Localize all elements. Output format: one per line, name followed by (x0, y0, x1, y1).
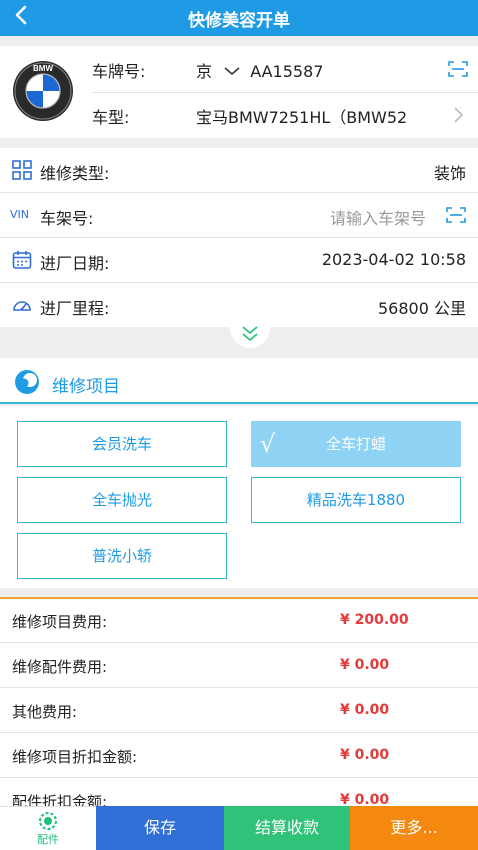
item-full-wax[interactable]: √ 全车打蜡 (251, 421, 461, 467)
vin-row: VIN 车架号: 请输入车架号 (0, 193, 478, 237)
speedometer-icon (13, 301, 31, 311)
page-title: 快修美容开单 (188, 11, 290, 31)
expand-toggle[interactable] (230, 322, 270, 348)
fee-row: 维修项目折扣金额: ¥ 0.00 (0, 734, 478, 778)
item-premium-wash[interactable]: 精品洗车1880 (251, 477, 461, 523)
parts-button[interactable]: 配件 (0, 806, 96, 850)
parts-gear-icon (39, 812, 57, 830)
bottom-action-bar: 配件 保存 结算收款 更多... (0, 806, 478, 850)
mileage-row: 进厂里程: 56800 公里 (0, 283, 478, 327)
check-icon: √ (260, 430, 276, 458)
scan-icon[interactable] (448, 60, 468, 78)
item-full-polish[interactable]: 全车抛光 (17, 477, 227, 523)
fee-row: 配件折扣金额: ¥ 0.00 (0, 779, 478, 807)
plate-number[interactable]: AA15587 (250, 62, 323, 81)
mileage-label: 进厂里程: (40, 299, 110, 318)
item-label: 会员洗车 (91, 435, 152, 453)
vin-input[interactable]: 请输入车架号 (330, 205, 426, 229)
calendar-icon (12, 251, 32, 269)
item-label: 全车抛光 (91, 491, 152, 509)
fee-row: 其他费用: ¥ 0.00 (0, 689, 478, 733)
repair-items-title: 维修项目 (52, 377, 120, 397)
more-button[interactable]: 更多... (350, 806, 478, 850)
bmw-logo-text: BMW (33, 64, 53, 73)
fee-value: ¥ 0.00 (340, 792, 390, 807)
plate-value[interactable]: 京 AA15587 (196, 58, 323, 82)
item-member-wash[interactable]: 会员洗车 (17, 421, 227, 467)
repair-items-section-header: 维修项目 (0, 358, 478, 404)
vin-icon: VIN (10, 208, 29, 221)
item-standard-wash[interactable]: 普洗小轿 (17, 533, 227, 579)
fee-value: ¥ 0.00 (340, 747, 390, 763)
vin-label: 车架号: (40, 209, 94, 228)
parts-label: 配件 (37, 833, 59, 846)
repair-type-value[interactable]: 装饰 (434, 160, 466, 184)
save-button[interactable]: 保存 (96, 806, 224, 850)
mileage-value[interactable]: 56800 公里 (378, 295, 466, 319)
item-label: 精品洗车1880 (306, 491, 406, 509)
fee-value: ¥ 200.00 (340, 612, 409, 628)
settle-payment-button[interactable]: 结算收款 (224, 806, 350, 850)
fee-label: 其他费用: (12, 703, 78, 721)
entry-date-value[interactable]: 2023-04-02 10:58 (322, 250, 466, 269)
top-nav-bar: 快修美容开单 (0, 0, 478, 36)
repair-items-grid: 会员洗车 √ 全车打蜡 全车抛光 精品洗车1880 普洗小轿 (0, 406, 478, 588)
bmw-logo: BMW (13, 61, 73, 121)
fee-row: 维修项目费用: ¥ 200.00 (0, 599, 478, 643)
model-value: 宝马BMW7251HL（BMW52 (196, 108, 408, 127)
entry-date-row[interactable]: 进厂日期: 2023-04-02 10:58 (0, 238, 478, 282)
repair-type-label: 维修类型: (40, 164, 110, 183)
fee-label: 维修配件费用: (12, 658, 108, 676)
fee-label: 维修项目费用: (12, 613, 108, 631)
plate-row: 车牌号: 京 AA15587 (92, 46, 478, 90)
scan-icon[interactable] (446, 206, 466, 224)
vehicle-info-card: BMW 车牌号: 京 AA15587 车型: 宝马BMW7251HL（BMW52 (0, 46, 478, 138)
fee-row: 维修配件费用: ¥ 0.00 (0, 644, 478, 688)
chevron-right-icon[interactable] (452, 106, 464, 124)
plate-label: 车牌号: (92, 62, 146, 81)
grid-icon (12, 160, 32, 180)
fee-summary: 维修项目费用: ¥ 200.00 维修配件费用: ¥ 0.00 其他费用: ¥ … (0, 597, 478, 807)
double-chevron-down-icon[interactable] (240, 325, 260, 343)
fee-value: ¥ 0.00 (340, 657, 390, 673)
item-label: 全车打蜡 (325, 435, 386, 453)
model-label: 车型: (92, 108, 130, 127)
entry-date-label: 进厂日期: (40, 254, 110, 273)
section-logo-icon (15, 370, 39, 394)
fee-value: ¥ 0.00 (340, 702, 390, 718)
chevron-down-icon[interactable] (223, 65, 241, 77)
repair-type-row[interactable]: 维修类型: 装饰 (0, 148, 478, 192)
fee-label: 配件折扣金额: (12, 793, 108, 807)
fee-label: 维修项目折扣金额: (12, 748, 138, 766)
item-label: 普洗小轿 (91, 547, 152, 565)
model-row[interactable]: 车型: 宝马BMW7251HL（BMW52 (92, 92, 478, 136)
plate-province[interactable]: 京 (196, 62, 212, 81)
